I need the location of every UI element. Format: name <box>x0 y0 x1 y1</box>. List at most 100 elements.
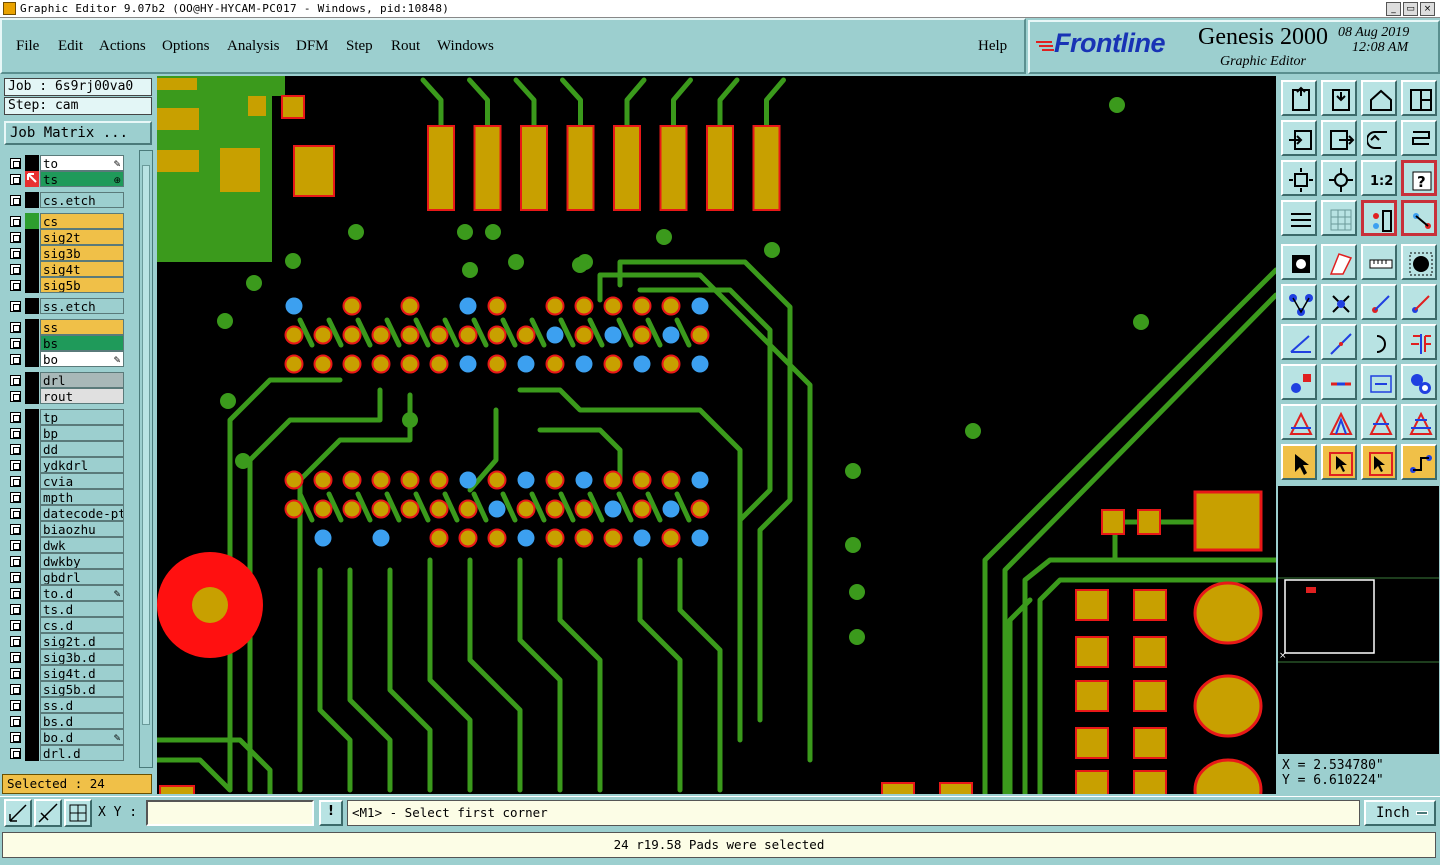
layer-name[interactable]: cs.etch <box>40 192 124 208</box>
layer-checkbox[interactable] <box>10 158 21 169</box>
layer-checkbox[interactable] <box>10 620 21 631</box>
layer-row-to-d[interactable]: to.d ✎ <box>4 585 138 601</box>
layer-checkbox[interactable] <box>10 195 21 206</box>
layer-row-ss-etch[interactable]: ss.etch <box>4 298 138 314</box>
tool-button-5[interactable] <box>1281 120 1317 156</box>
tool-button-31[interactable] <box>1361 364 1397 400</box>
xy-input[interactable] <box>146 800 314 826</box>
layer-name[interactable]: sig5b.d <box>40 681 124 697</box>
tool-button-36[interactable] <box>1401 404 1437 440</box>
layer-row-dwkby[interactable]: dwkby <box>4 553 138 569</box>
minimap[interactable]: × <box>1278 486 1439 754</box>
tool-button-10[interactable] <box>1321 160 1357 196</box>
tool-button-39[interactable] <box>1361 444 1397 480</box>
layer-checkbox[interactable] <box>10 508 21 519</box>
layer-name[interactable]: sig2t.d <box>40 633 124 649</box>
layer-checkbox[interactable] <box>10 684 21 695</box>
layer-checkbox[interactable] <box>10 248 21 259</box>
layer-row-dwk[interactable]: dwk <box>4 537 138 553</box>
tool-button-34[interactable] <box>1321 404 1357 440</box>
menu-edit[interactable]: Edit <box>58 38 83 55</box>
layer-name[interactable]: tp <box>40 409 124 425</box>
layer-row-ts-d[interactable]: ts.d <box>4 601 138 617</box>
layer-checkbox[interactable] <box>10 301 21 312</box>
layer-row-cs-d[interactable]: cs.d <box>4 617 138 633</box>
layer-name[interactable]: biaozhu <box>40 521 124 537</box>
tool-button-38[interactable] <box>1321 444 1357 480</box>
tool-button-18[interactable] <box>1321 244 1357 280</box>
layer-name[interactable]: sig4t <box>40 261 124 277</box>
menu-dfm[interactable]: DFM <box>296 38 329 55</box>
layer-row-bo[interactable]: bo ✎ <box>4 351 138 367</box>
layer-row-cvia[interactable]: cvia <box>4 473 138 489</box>
layer-name[interactable]: rout <box>40 388 124 404</box>
layer-row-rout[interactable]: rout <box>4 388 138 404</box>
tool-button-37[interactable] <box>1281 444 1317 480</box>
layer-checkbox[interactable] <box>10 444 21 455</box>
tool-button-26[interactable] <box>1321 324 1357 360</box>
layer-name[interactable]: mpth <box>40 489 124 505</box>
tool-button-30[interactable] <box>1321 364 1357 400</box>
tool-button-4[interactable] <box>1401 80 1437 116</box>
layer-row-ss-d[interactable]: ss.d <box>4 697 138 713</box>
layer-row-bs-d[interactable]: bs.d <box>4 713 138 729</box>
layer-name[interactable]: dd <box>40 441 124 457</box>
layer-checkbox[interactable] <box>10 391 21 402</box>
tool-button-1[interactable] <box>1281 80 1317 116</box>
layer-checkbox[interactable] <box>10 700 21 711</box>
layer-name[interactable]: cs.d <box>40 617 124 633</box>
layer-checkbox[interactable] <box>10 652 21 663</box>
layer-row-ss[interactable]: ss <box>4 319 138 335</box>
layer-name[interactable]: sig5b <box>40 277 124 293</box>
tool-button-29[interactable] <box>1281 364 1317 400</box>
snap-corner-button[interactable] <box>4 799 32 827</box>
layer-checkbox[interactable] <box>10 668 21 679</box>
graphic-canvas[interactable] <box>157 76 1276 794</box>
tool-button-12[interactable]: ? <box>1401 160 1437 196</box>
layer-name[interactable]: sig2t <box>40 229 124 245</box>
tool-button-13[interactable] <box>1281 200 1317 236</box>
layer-checkbox[interactable] <box>10 280 21 291</box>
snap-diagonal-button[interactable] <box>34 799 62 827</box>
layer-name[interactable]: dwk <box>40 537 124 553</box>
tool-button-14[interactable] <box>1321 200 1357 236</box>
tool-button-35[interactable] <box>1361 404 1397 440</box>
tool-button-40[interactable] <box>1401 444 1437 480</box>
layer-checkbox[interactable] <box>10 375 21 386</box>
layer-row-datecode-ptc[interactable]: datecode-ptc <box>4 505 138 521</box>
layer-name[interactable]: bs <box>40 335 124 351</box>
layer-checkbox[interactable] <box>10 524 21 535</box>
layer-row-drl[interactable]: drl <box>4 372 138 388</box>
layer-name[interactable]: bo.d ✎ <box>40 729 124 745</box>
tool-button-23[interactable] <box>1361 284 1397 320</box>
layer-checkbox[interactable] <box>10 716 21 727</box>
tool-button-7[interactable] <box>1361 120 1397 156</box>
execute-button[interactable]: ! <box>319 800 343 826</box>
menu-file[interactable]: File <box>16 38 39 55</box>
layer-name[interactable]: ts.d <box>40 601 124 617</box>
layer-name[interactable]: cs <box>40 213 124 229</box>
layer-name[interactable]: sig4t.d <box>40 665 124 681</box>
layer-checkbox[interactable] <box>10 604 21 615</box>
layer-name[interactable]: sig3b.d <box>40 649 124 665</box>
layer-checkbox[interactable] <box>10 732 21 743</box>
layer-scrollbar[interactable] <box>139 150 153 768</box>
layer-checkbox[interactable] <box>10 428 21 439</box>
layer-checkbox[interactable] <box>10 322 21 333</box>
layer-checkbox[interactable] <box>10 748 21 759</box>
tool-button-19[interactable] <box>1361 244 1397 280</box>
layer-checkbox[interactable] <box>10 264 21 275</box>
tool-button-11[interactable]: 1:2 <box>1361 160 1397 196</box>
tool-button-8[interactable] <box>1401 120 1437 156</box>
menu-actions[interactable]: Actions <box>99 38 146 55</box>
layer-checkbox[interactable] <box>10 232 21 243</box>
tool-button-21[interactable] <box>1281 284 1317 320</box>
layer-name[interactable]: drl <box>40 372 124 388</box>
layer-row-sig3b[interactable]: sig3b <box>4 245 138 261</box>
layer-row-bp[interactable]: bp <box>4 425 138 441</box>
layer-row-drl-d[interactable]: drl.d <box>4 745 138 761</box>
layer-row-tp[interactable]: tp <box>4 409 138 425</box>
tool-button-22[interactable] <box>1321 284 1357 320</box>
layer-row-cs-etch[interactable]: cs.etch <box>4 192 138 208</box>
layer-name[interactable]: bo ✎ <box>40 351 124 367</box>
